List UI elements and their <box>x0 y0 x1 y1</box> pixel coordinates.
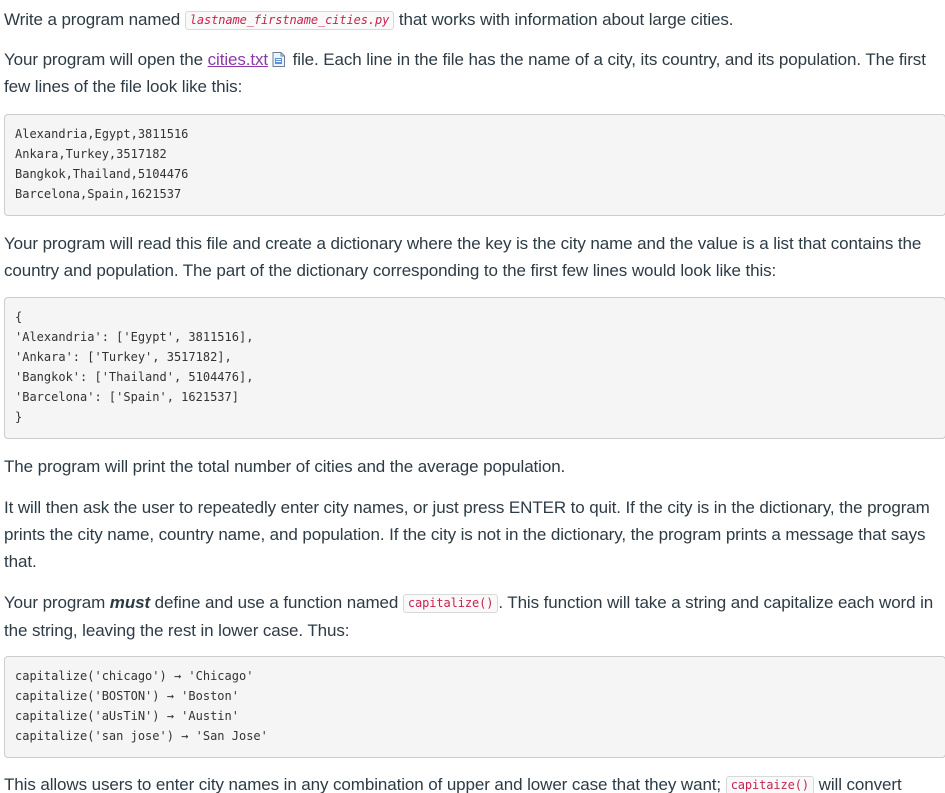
final-paragraph: This allows users to enter city names in… <box>4 771 945 793</box>
dictionary-paragraph: Your program will read this file and cre… <box>4 234 922 280</box>
final-text-after: will convert <box>814 775 902 793</box>
code-line: 'Alexandria': ['Egypt', 3811516], <box>15 330 254 344</box>
capitalize-text-middle: define and use a function named <box>150 593 403 612</box>
code-line: 'Bangkok': ['Thailand', 5104476], <box>15 370 254 384</box>
code-line: Bangkok,Thailand,5104476 <box>15 167 189 181</box>
file-icon[interactable] <box>272 48 286 67</box>
totals-paragraph: The program will print the total number … <box>4 457 566 476</box>
capitalize-function-code: capitalize() <box>402 594 499 613</box>
code-line: Ankara,Turkey,3517182 <box>15 147 167 161</box>
code-line: 'Ankara': ['Turkey', 3517182], <box>15 350 232 364</box>
user-input-paragraph: It will then ask the user to repeatedly … <box>4 498 930 571</box>
must-emphasis: must <box>109 593 151 612</box>
cities-file-link[interactable]: cities.txt <box>208 50 269 69</box>
cities-file-sample-code: Alexandria,Egypt,3811516 Ankara,Turkey,35… <box>4 114 945 216</box>
code-line: Barcelona,Spain,1621537 <box>15 187 182 201</box>
code-line: capitalize('aUsTiN') → 'Austin' <box>15 709 239 723</box>
intro-text-after: that works with information about large … <box>394 10 734 29</box>
capitalize-paragraph: Your program must define and use a funct… <box>4 589 942 644</box>
final-text-before: This allows users to enter city names in… <box>4 775 726 793</box>
capitalize-examples-code: capitalize('chicago') → 'Chicago' capital… <box>4 656 945 758</box>
capitaize-function-code: capitaize() <box>725 776 815 793</box>
file-description-paragraph: Your program will open the cities.txt fi… <box>4 46 942 100</box>
code-line: Alexandria,Egypt,3811516 <box>15 127 189 141</box>
intro-paragraph: Write a program named lastname_firstname… <box>4 6 734 34</box>
code-line: capitalize('san jose') → 'San Jose' <box>15 729 268 743</box>
intro-text-before: Write a program named <box>4 10 185 29</box>
code-line: } <box>15 410 23 424</box>
program-filename-code: lastname_firstname_cities.py <box>184 11 395 30</box>
dictionary-sample-code: { 'Alexandria': ['Egypt', 3811516], 'Ankar… <box>4 297 945 439</box>
code-line: 'Barcelona': ['Spain', 1621537] <box>15 390 239 404</box>
code-line: { <box>15 310 23 324</box>
code-line: capitalize('BOSTON') → 'Boston' <box>15 689 239 703</box>
code-line: capitalize('chicago') → 'Chicago' <box>15 669 254 683</box>
capitalize-text-before: Your program <box>4 593 110 612</box>
file-text-before: Your program will open the <box>4 50 208 69</box>
